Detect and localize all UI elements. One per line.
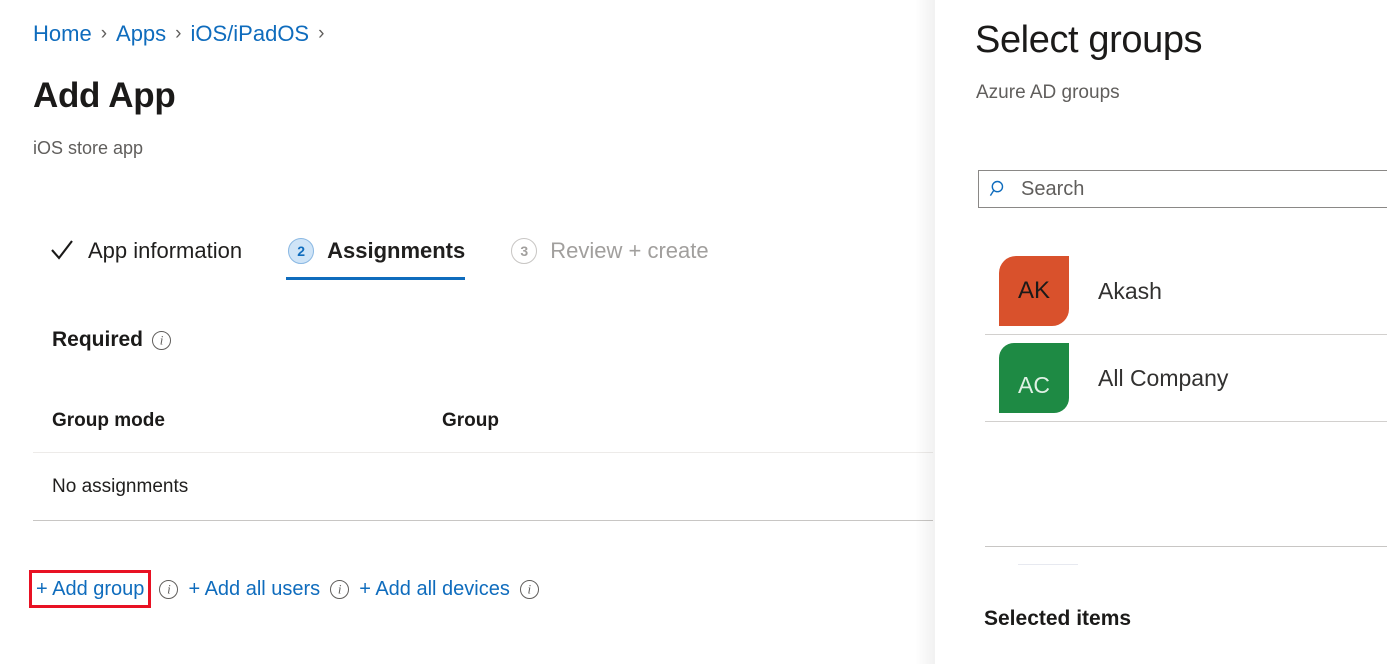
breadcrumb-separator-icon: › bbox=[318, 20, 324, 48]
group-name: Akash bbox=[1098, 278, 1162, 305]
info-icon[interactable]: i bbox=[152, 331, 171, 350]
assignments-table: Group mode Group No assignments bbox=[33, 410, 933, 521]
select-groups-panel: Select groups Azure AD groups AK Akash A… bbox=[935, 0, 1387, 664]
group-results-list: AK Akash AC All Company bbox=[985, 248, 1387, 422]
avatar: AK bbox=[999, 256, 1069, 326]
search-box[interactable] bbox=[978, 170, 1387, 208]
search-input[interactable] bbox=[1019, 177, 1387, 202]
panel-title: Select groups bbox=[975, 16, 1202, 64]
decorative-line bbox=[1018, 564, 1078, 565]
info-icon[interactable]: i bbox=[330, 580, 349, 599]
tab-review-create[interactable]: 3 Review + create bbox=[509, 236, 708, 280]
list-divider bbox=[985, 421, 1387, 422]
search-icon bbox=[989, 179, 1009, 199]
group-name: All Company bbox=[1098, 365, 1228, 392]
breadcrumb: Home › Apps › iOS/iPadOS › bbox=[33, 20, 333, 48]
panel-subtitle: Azure AD groups bbox=[976, 80, 1120, 106]
info-icon-glyph: i bbox=[338, 582, 342, 595]
step-badge-label: 3 bbox=[511, 238, 537, 264]
step-badge-label: 2 bbox=[288, 238, 314, 264]
list-item[interactable]: AK Akash bbox=[985, 248, 1387, 334]
list-item[interactable]: AC All Company bbox=[985, 335, 1387, 421]
selected-items-divider bbox=[985, 546, 1387, 547]
info-icon-glyph: i bbox=[167, 582, 171, 595]
info-icon-glyph: i bbox=[528, 582, 532, 595]
app-root: Home › Apps › iOS/iPadOS › Add App iOS s… bbox=[0, 0, 1387, 664]
check-icon bbox=[47, 236, 77, 266]
wizard-tabs: App information 2 Assignments 3 Review +… bbox=[47, 236, 709, 280]
add-all-users-link[interactable]: + Add all users bbox=[186, 573, 322, 605]
breadcrumb-item-ios-ipados[interactable]: iOS/iPadOS bbox=[191, 20, 310, 48]
breadcrumb-item-apps[interactable]: Apps bbox=[116, 20, 166, 48]
step-number-badge: 2 bbox=[286, 236, 316, 266]
tab-active-underline bbox=[286, 277, 465, 280]
page-title: Add App bbox=[33, 74, 175, 118]
required-label: Required bbox=[52, 326, 143, 354]
page-subtitle: iOS store app bbox=[33, 136, 143, 160]
selected-items-heading: Selected items bbox=[984, 605, 1131, 633]
main-content-pane: Home › Apps › iOS/iPadOS › Add App iOS s… bbox=[0, 0, 935, 664]
tab-label-assignments: Assignments bbox=[327, 237, 465, 265]
breadcrumb-separator-icon: › bbox=[101, 20, 107, 48]
tab-assignments[interactable]: 2 Assignments bbox=[286, 236, 465, 280]
breadcrumb-item-home[interactable]: Home bbox=[33, 20, 92, 48]
add-group-link[interactable]: + Add group bbox=[29, 570, 151, 608]
table-header-row: Group mode Group bbox=[33, 410, 933, 452]
column-header-group-mode: Group mode bbox=[52, 410, 442, 432]
required-section-heading: Required i bbox=[52, 326, 171, 354]
breadcrumb-separator-icon: › bbox=[175, 20, 181, 48]
info-icon[interactable]: i bbox=[520, 580, 539, 599]
avatar: AC bbox=[999, 343, 1069, 413]
cell-group-mode: No assignments bbox=[52, 476, 442, 498]
column-header-group: Group bbox=[442, 410, 933, 432]
tab-app-information[interactable]: App information bbox=[47, 236, 242, 280]
tab-label-review-create: Review + create bbox=[550, 237, 708, 265]
assignment-action-links: + Add group i + Add all users i + Add al… bbox=[33, 570, 547, 608]
info-icon[interactable]: i bbox=[159, 580, 178, 599]
step-number-badge: 3 bbox=[509, 236, 539, 266]
tab-label-app-information: App information bbox=[88, 237, 242, 265]
table-bottom-divider bbox=[33, 520, 933, 521]
table-row: No assignments bbox=[33, 453, 933, 520]
info-icon-glyph: i bbox=[160, 333, 164, 346]
add-all-devices-link[interactable]: + Add all devices bbox=[357, 573, 512, 605]
